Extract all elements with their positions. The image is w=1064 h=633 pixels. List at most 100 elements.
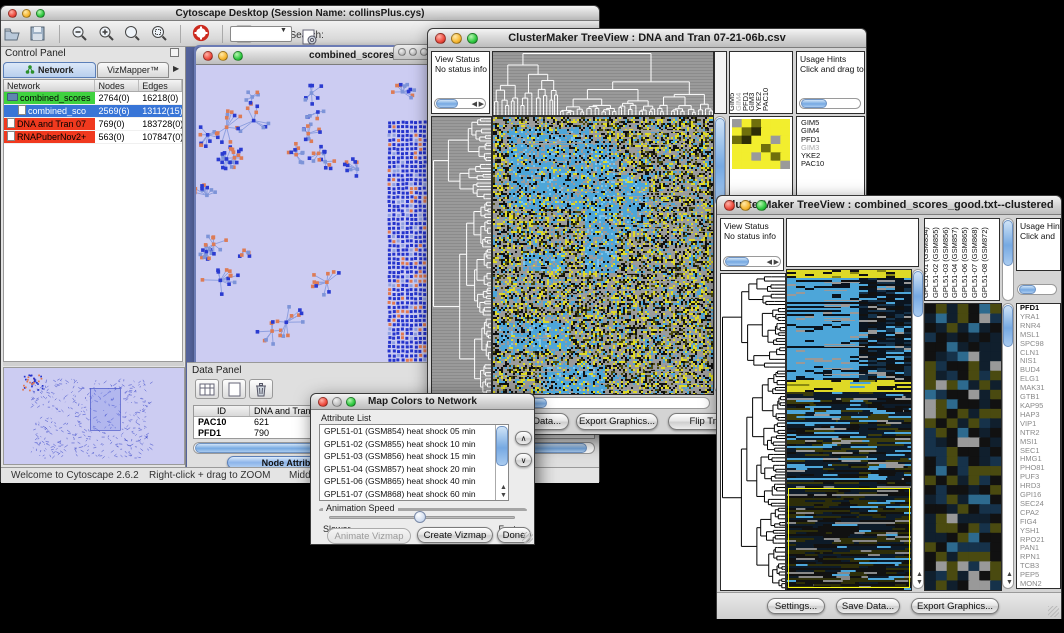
- scroll-right-icon[interactable]: ▶: [479, 101, 484, 108]
- column-label[interactable]: GPL51-06 (GSM865): [960, 227, 969, 298]
- resize-grip[interactable]: [522, 532, 533, 543]
- scroll-up-icon[interactable]: ▲: [500, 484, 507, 491]
- minimize-button[interactable]: [218, 51, 228, 61]
- tab-overflow-arrow[interactable]: ▶: [173, 64, 179, 73]
- col-network[interactable]: Network: [4, 80, 95, 91]
- animation-speed-slider-knob[interactable]: [414, 511, 426, 523]
- zoom-button[interactable]: [756, 200, 767, 211]
- network-overview-canvas[interactable]: [3, 367, 185, 465]
- column-label[interactable]: GPL51-02 (GSM855): [931, 227, 940, 298]
- settings-button[interactable]: Settings...: [767, 598, 825, 614]
- zoom-in-icon[interactable]: [97, 24, 117, 44]
- zoom-heatmap-canvas[interactable]: [924, 303, 1002, 591]
- view-status-scrollbar[interactable]: ◀ ▶: [723, 256, 781, 267]
- attribute-item[interactable]: GPL51-03 (GSM856) heat shock 15 min: [320, 450, 508, 463]
- gene-label[interactable]: MON2: [1017, 580, 1060, 589]
- id-column-header[interactable]: ID: [194, 406, 250, 416]
- heatmap-global-canvas[interactable]: [786, 269, 912, 591]
- zoom-button[interactable]: [36, 9, 45, 18]
- float-panel-icon[interactable]: [170, 48, 179, 57]
- column-labels-scrollbar[interactable]: [1002, 218, 1014, 301]
- column-label[interactable]: GPL51-01 (GSM854): [924, 227, 930, 298]
- minimize-button[interactable]: [451, 33, 462, 44]
- attribute-item[interactable]: GPL51-01 (GSM854) heat shock 05 min: [320, 425, 508, 438]
- close-button[interactable]: [724, 200, 735, 211]
- col-edges[interactable]: Edges: [139, 80, 182, 91]
- view-status-scrollbar[interactable]: ◀ ▶: [434, 98, 486, 109]
- main-titlebar[interactable]: Cytoscape Desktop (Session Name: collins…: [1, 6, 599, 21]
- background-window-titlebar[interactable]: [393, 44, 429, 60]
- settings-document-icon[interactable]: [299, 27, 319, 47]
- save-data-button[interactable]: Save Data...: [836, 598, 900, 614]
- column-label[interactable]: GPL51-07 (GSM868): [970, 227, 979, 298]
- create-vizmap-button[interactable]: Create Vizmap: [417, 527, 493, 543]
- scroll-up-icon[interactable]: ▲: [1006, 571, 1013, 578]
- close-button[interactable]: [8, 9, 17, 18]
- attribute-item[interactable]: GPL51-02 (GSM855) heat shock 10 min: [320, 438, 508, 451]
- tab-vizmapper[interactable]: VizMapper™: [97, 62, 169, 78]
- zoom-actual-icon[interactable]: [123, 24, 143, 44]
- minimize-button[interactable]: [332, 397, 342, 407]
- network-row[interactable]: RNAPuberNov2+ 563(0) 107847(0): [4, 131, 182, 144]
- column-dendrogram-canvas[interactable]: [492, 51, 714, 116]
- open-network-icon[interactable]: [2, 24, 22, 44]
- dendrogram-scroll-strip[interactable]: [714, 51, 727, 114]
- zoom-button[interactable]: [233, 51, 243, 61]
- usage-hints-scrollbar[interactable]: [799, 98, 861, 109]
- attribute-item[interactable]: GPL51-04 (GSM857) heat shock 20 min: [320, 463, 508, 476]
- close-button[interactable]: [435, 33, 446, 44]
- export-graphics-button[interactable]: Export Graphics...: [576, 413, 658, 430]
- treeview1-titlebar[interactable]: ClusterMaker TreeView : DNA and Tran 07-…: [428, 29, 866, 48]
- column-label[interactable]: GPL51-04 (GSM857): [950, 227, 959, 298]
- heatmap-vscrollbar[interactable]: ▲ ▼: [912, 269, 924, 589]
- close-button[interactable]: [318, 397, 328, 407]
- scroll-up-icon[interactable]: ▲: [916, 571, 923, 578]
- minimize-button[interactable]: [22, 9, 31, 18]
- scroll-left-icon[interactable]: ◀: [767, 259, 772, 266]
- zoom-button[interactable]: [346, 397, 356, 407]
- export-graphics-button[interactable]: Export Graphics...: [911, 598, 999, 614]
- scroll-left-icon[interactable]: ◀: [472, 101, 477, 108]
- treeview2-titlebar[interactable]: ClusterMaker TreeView : combined_scores_…: [717, 196, 1061, 215]
- animate-vizmap-button[interactable]: Animate Vizmap: [327, 528, 411, 544]
- tab-network[interactable]: Network: [3, 62, 96, 78]
- heatmap-global-canvas[interactable]: [492, 116, 714, 395]
- zoom-vscrollbar[interactable]: ▲ ▼: [1002, 303, 1014, 589]
- inactive-minimize-button[interactable]: [409, 48, 417, 56]
- network-row[interactable]: DNA and Tran 07 769(0) 183728(0): [4, 118, 182, 131]
- column-label[interactable]: GPL51-08 (GSM872): [980, 227, 989, 298]
- dialog-titlebar[interactable]: Map Colors to Network: [311, 394, 534, 410]
- resize-grip[interactable]: [1048, 606, 1059, 617]
- attribute-item[interactable]: GPL51-06 (GSM865) heat shock 40 min: [320, 475, 508, 488]
- table-mode-button[interactable]: [195, 379, 219, 399]
- row-dendrogram-canvas[interactable]: [720, 273, 786, 591]
- zoom-button[interactable]: [467, 33, 478, 44]
- column-label[interactable]: PAC10: [761, 88, 770, 111]
- move-up-button[interactable]: ∧: [515, 431, 532, 445]
- usage-hints-scrollbar[interactable]: [1017, 284, 1057, 295]
- network-row[interactable]: combined_scores 2764(0) 16218(0): [4, 92, 182, 105]
- help-ring-icon[interactable]: [192, 24, 212, 44]
- row-label[interactable]: PAC10: [801, 160, 864, 168]
- attribute-list-scrollbar[interactable]: ▲ ▼: [495, 425, 508, 500]
- inactive-close-button[interactable]: [398, 48, 406, 56]
- delete-attribute-icon[interactable]: [249, 379, 273, 399]
- close-button[interactable]: [203, 51, 213, 61]
- zoom-heatmap-canvas[interactable]: [732, 119, 790, 169]
- search-dropdown-arrow[interactable]: ▼: [280, 27, 287, 34]
- new-attribute-button[interactable]: [222, 379, 246, 399]
- scroll-down-icon[interactable]: ▼: [500, 492, 507, 499]
- move-down-button[interactable]: ∨: [515, 453, 532, 467]
- scroll-right-icon[interactable]: ▶: [774, 259, 779, 266]
- scroll-down-icon[interactable]: ▼: [1006, 579, 1013, 586]
- row-dendrogram-canvas[interactable]: [431, 116, 492, 395]
- column-label[interactable]: GPL51-03 (GSM856): [941, 227, 950, 298]
- network-row-selected[interactable]: combined_sco 2569(6) 13112(15): [4, 105, 182, 118]
- save-session-icon[interactable]: [28, 24, 48, 44]
- zoom-out-icon[interactable]: [70, 24, 90, 44]
- zoom-selected-icon[interactable]: [150, 24, 170, 44]
- column-tree-area[interactable]: [786, 218, 919, 267]
- minimize-button[interactable]: [740, 200, 751, 211]
- scroll-down-icon[interactable]: ▼: [916, 579, 923, 586]
- col-nodes[interactable]: Nodes: [95, 80, 139, 91]
